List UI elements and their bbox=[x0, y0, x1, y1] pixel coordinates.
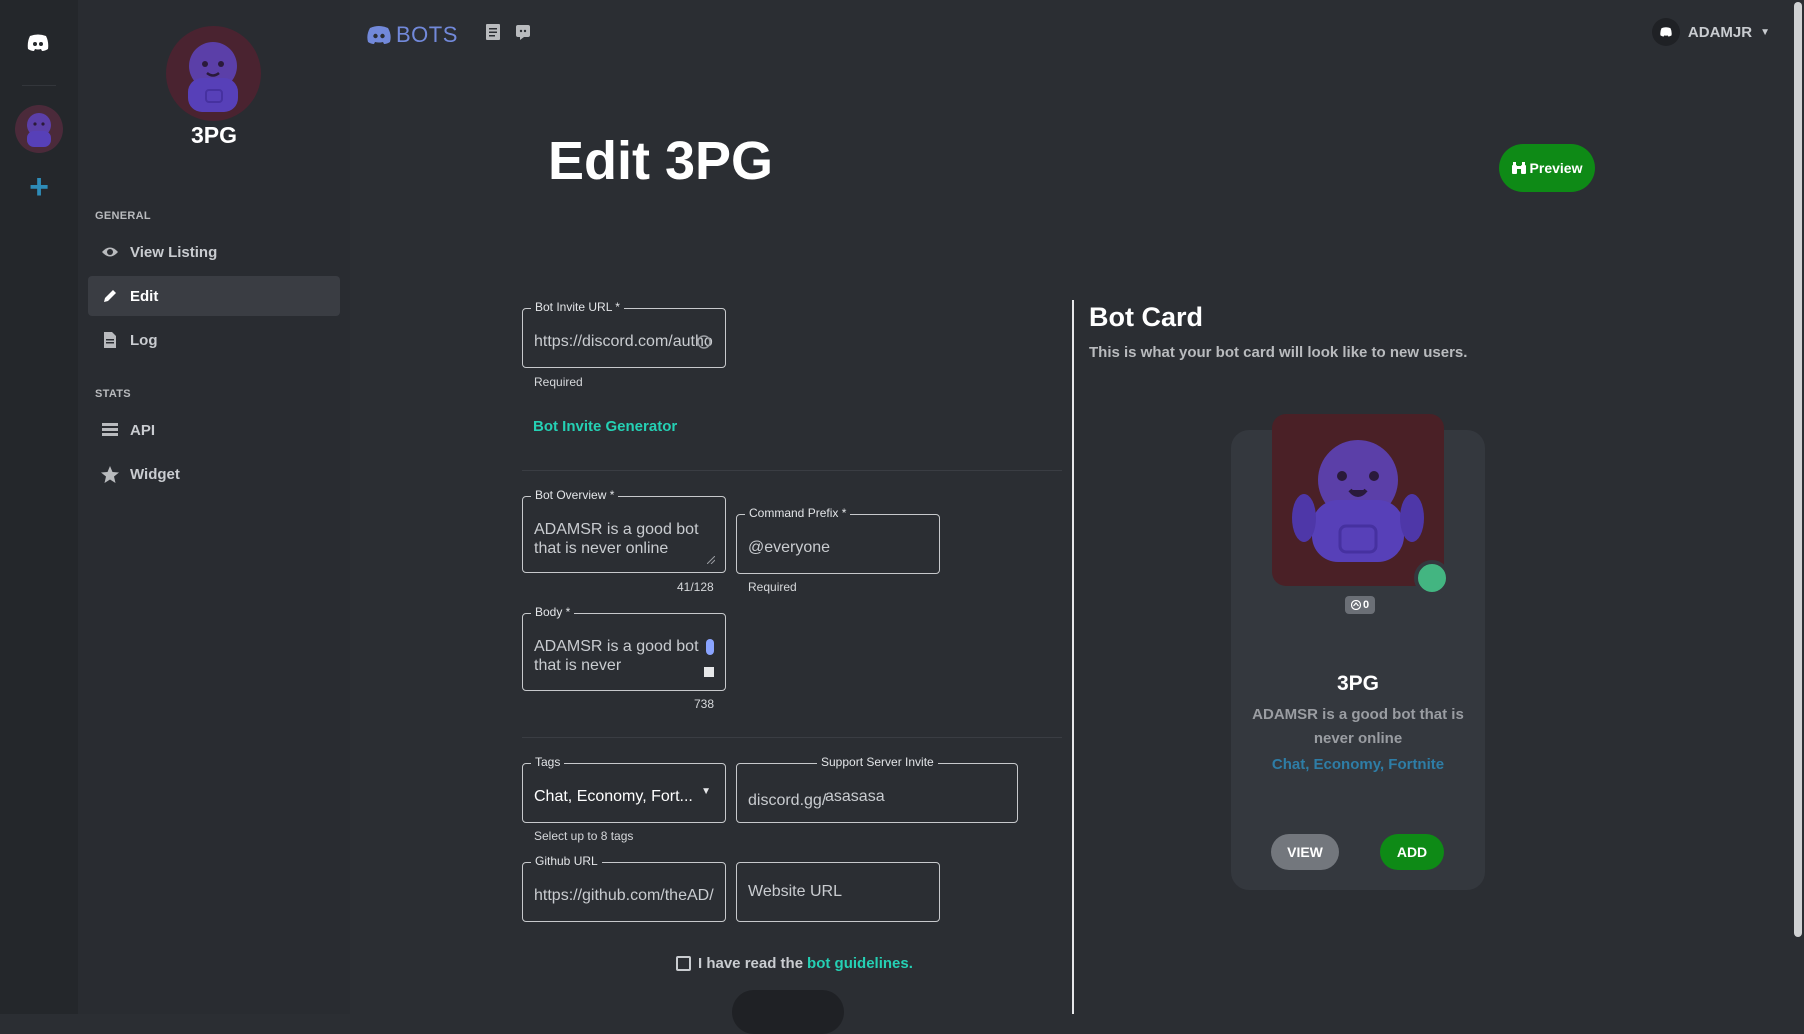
bot-invite-url-field[interactable]: Bot Invite URL * https://discord.com/aut… bbox=[522, 300, 726, 368]
field-label: Support Server Invite bbox=[817, 755, 938, 769]
resize-handle-icon[interactable] bbox=[707, 556, 715, 564]
bot-avatar bbox=[166, 26, 261, 121]
resize-handle-icon[interactable] bbox=[704, 667, 714, 677]
body-counter: 738 bbox=[694, 697, 715, 711]
add-bot-icon[interactable]: + bbox=[24, 170, 54, 204]
pencil-icon bbox=[100, 288, 120, 304]
user-avatar bbox=[1651, 18, 1680, 46]
preview-button[interactable]: Preview bbox=[1499, 144, 1595, 192]
star-icon bbox=[100, 465, 120, 483]
bot-invite-generator-link[interactable]: Bot Invite Generator bbox=[533, 418, 677, 435]
command-prefix-field[interactable]: Command Prefix * @everyone bbox=[736, 506, 940, 574]
overview-counter: 41/128 bbox=[677, 580, 714, 594]
bot-card-description: ADAMSR is a good bot that is never onlin… bbox=[1252, 706, 1464, 747]
sidebar-item-view-listing[interactable]: View Listing bbox=[88, 232, 340, 272]
server-rail: + bbox=[0, 0, 78, 1014]
bot-card-title: Bot Card bbox=[1089, 302, 1203, 332]
list-icon bbox=[100, 423, 120, 437]
user-menu[interactable]: ADAMJR ▼ bbox=[1651, 18, 1770, 46]
add-button[interactable]: ADD bbox=[1380, 834, 1444, 870]
website-url-placeholder: Website URL bbox=[748, 883, 842, 900]
field-label: Bot Invite URL * bbox=[531, 300, 624, 314]
online-status-indicator bbox=[1414, 560, 1450, 596]
prefix-helper: Required bbox=[748, 580, 797, 594]
invite-helper: Required bbox=[534, 375, 583, 389]
bot-invite-url-value: https://discord.com/autho bbox=[534, 333, 713, 350]
sidebar-item-label: Edit bbox=[130, 287, 159, 305]
copy-icon[interactable] bbox=[697, 335, 711, 349]
field-label: Body * bbox=[531, 605, 575, 619]
binoculars-icon bbox=[1511, 162, 1526, 174]
upvote-icon bbox=[1350, 600, 1361, 610]
section-stats: STATS bbox=[95, 388, 131, 400]
sidebar-item-label: View Listing bbox=[130, 243, 218, 261]
field-label: Github URL bbox=[531, 854, 602, 868]
sidebar-item-widget[interactable]: Widget bbox=[88, 454, 340, 494]
section-divider bbox=[522, 470, 1062, 471]
tags-helper: Select up to 8 tags bbox=[534, 829, 634, 843]
sidebar: 3PG GENERAL View Listing Edit Log STATS … bbox=[78, 0, 350, 1014]
vote-count: 0 bbox=[1362, 599, 1370, 611]
website-url-field[interactable]: Website URL bbox=[736, 862, 940, 922]
discord-icon[interactable] bbox=[26, 34, 50, 52]
command-prefix-value: @everyone bbox=[748, 539, 831, 556]
bot-card-name: 3PG bbox=[1336, 672, 1380, 695]
guidelines-checkbox[interactable] bbox=[676, 956, 691, 971]
field-label: Command Prefix * bbox=[745, 506, 851, 520]
bot-overview-textarea[interactable]: Bot Overview * ADAMSR is a good bot that… bbox=[522, 488, 726, 573]
github-url-field[interactable]: Github URL https://github.com/theAD/ bbox=[522, 854, 726, 922]
bot-card-subtitle: This is what your bot card will look lik… bbox=[1089, 344, 1468, 361]
vote-count-badge: 0 bbox=[1345, 596, 1375, 614]
bot-card-tags[interactable]: Chat, Economy, Fortnite bbox=[1231, 756, 1485, 773]
support-server-field[interactable]: Support Server Invite discord.gg/ asasas… bbox=[736, 755, 1018, 823]
section-general: GENERAL bbox=[95, 210, 151, 222]
support-value: asasasa bbox=[825, 788, 885, 805]
page-title: Edit 3PG bbox=[548, 131, 774, 191]
brand-logo[interactable]: BOTS bbox=[366, 22, 458, 48]
guidelines-agreement: I have read the bot guidelines. bbox=[676, 955, 913, 972]
scrollbar-thumb[interactable] bbox=[1794, 2, 1802, 937]
field-label: Bot Overview * bbox=[531, 488, 619, 502]
sidebar-item-label: API bbox=[130, 421, 156, 439]
agree-text: I have read the bbox=[698, 955, 804, 972]
section-divider bbox=[522, 737, 1062, 738]
bot-avatar-rail[interactable] bbox=[15, 105, 63, 153]
sidebar-item-edit[interactable]: Edit bbox=[88, 276, 340, 316]
support-prefix: discord.gg/ bbox=[748, 792, 827, 809]
scrollbar[interactable] bbox=[1792, 0, 1804, 1014]
vertical-divider bbox=[1072, 300, 1074, 1014]
sidebar-item-log[interactable]: Log bbox=[88, 320, 340, 360]
overview-line-2: that is never online bbox=[534, 540, 669, 557]
sidebar-item-api[interactable]: API bbox=[88, 410, 340, 450]
field-label: Tags bbox=[531, 755, 565, 769]
guidelines-link[interactable]: bot guidelines. bbox=[807, 955, 913, 972]
sidebar-item-label: Log bbox=[130, 331, 158, 349]
body-line-1: ADAMSR is a good bot bbox=[534, 638, 699, 655]
rail-divider bbox=[22, 85, 56, 86]
textarea-scroll-thumb[interactable] bbox=[706, 639, 714, 655]
chevron-down-icon: ▼ bbox=[701, 786, 711, 797]
bot-card-avatar bbox=[1272, 414, 1444, 586]
docs-icon[interactable] bbox=[486, 24, 500, 40]
tags-select[interactable]: Tags Chat, Economy, Fort... ▼ bbox=[522, 755, 726, 823]
user-name: ADAMJR bbox=[1687, 23, 1753, 41]
file-icon bbox=[100, 332, 120, 348]
body-line-2: that is never bbox=[534, 657, 622, 674]
chevron-down-icon: ▼ bbox=[1760, 26, 1770, 38]
bot-name: 3PG bbox=[190, 122, 238, 148]
sidebar-item-label: Widget bbox=[130, 465, 180, 483]
chat-icon[interactable] bbox=[516, 24, 530, 40]
eye-icon bbox=[100, 246, 120, 258]
view-button[interactable]: VIEW bbox=[1271, 834, 1339, 870]
brand-name: BOTS bbox=[396, 22, 458, 47]
preview-label: Preview bbox=[1529, 160, 1583, 176]
github-url-value: https://github.com/theAD/ bbox=[534, 887, 714, 904]
body-textarea[interactable]: Body * ADAMSR is a good bot that is neve… bbox=[522, 605, 726, 691]
submit-button[interactable] bbox=[732, 990, 844, 1034]
tags-value: Chat, Economy, Fort... bbox=[534, 788, 693, 805]
discord-logo-icon bbox=[367, 26, 391, 44]
overview-line-1: ADAMSR is a good bot bbox=[534, 521, 699, 538]
